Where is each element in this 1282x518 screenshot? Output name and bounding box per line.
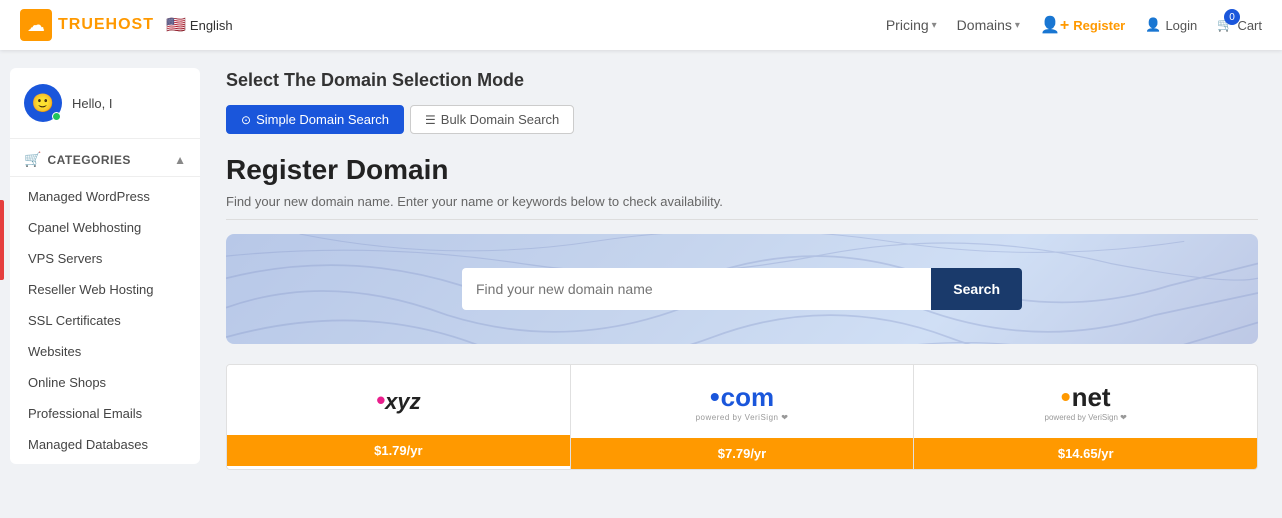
sidebar-item-websites[interactable]: Websites [10,336,200,367]
domain-cards: •xyz $1.79/yr • com powered by VeriSign … [226,364,1258,470]
sidebar-item-managed-wordpress[interactable]: Managed WordPress [10,181,200,212]
nav-domains[interactable]: Domains ▾ [957,17,1020,33]
domain-card-com[interactable]: • com powered by VeriSign ❤ $7.79/yr [571,365,915,469]
sidebar-item-cpanel[interactable]: Cpanel Webhosting [10,212,200,243]
tab-simple-label: Simple Domain Search [256,112,389,127]
simple-search-icon: ⊙ [241,113,251,127]
sidebar: 🙂 Hello, I 🛒 CATEGORIES ▲ Managed WordPr… [0,50,210,518]
categories-collapse-icon[interactable]: ▲ [174,153,186,167]
language-selector[interactable]: 🇺🇸 English [166,15,233,35]
login-button[interactable]: 👤 Login [1145,17,1197,33]
main-content: Select The Domain Selection Mode ⊙ Simpl… [210,50,1282,518]
register-icon: 👤+ [1040,15,1069,35]
domain-search-box: Search [226,234,1258,344]
red-accent-bar [0,200,4,280]
sidebar-item-professional-emails[interactable]: Professional Emails [10,398,200,429]
flag-icon: 🇺🇸 [166,15,186,35]
sidebar-item-online-shops[interactable]: Online Shops [10,367,200,398]
categories-label: CATEGORIES [47,153,130,167]
domain-card-com-top: • com powered by VeriSign ❤ [571,365,914,438]
logo-icon: ☁ [20,9,52,41]
mode-tabs: ⊙ Simple Domain Search ☰ Bulk Domain Sea… [226,105,1258,134]
register-button[interactable]: 👤+ Register [1040,15,1125,35]
sidebar-item-ssl[interactable]: SSL Certificates [10,305,200,336]
categories-title-row: 🛒 CATEGORIES [24,151,131,168]
domains-arrow-icon: ▾ [1015,20,1020,31]
domain-search-input[interactable] [462,268,931,310]
sidebar-item-vps[interactable]: VPS Servers [10,243,200,274]
domain-card-net[interactable]: • net powered by VeriSign ❤ $14.65/yr [914,365,1257,469]
register-domain-subtitle: Find your new domain name. Enter your na… [226,194,1258,220]
com-logo: • com powered by VeriSign ❤ [696,381,789,422]
categories-header: 🛒 CATEGORIES ▲ [10,139,200,177]
pricing-label: Pricing [886,17,929,33]
register-domain-title: Register Domain [226,154,1258,186]
domain-card-xyz-top: •xyz [227,365,570,435]
header: ☁ TRUEHOST 🇺🇸 English Pricing ▾ Domains … [0,0,1282,50]
search-button[interactable]: Search [931,268,1022,310]
header-left: ☁ TRUEHOST 🇺🇸 English [20,9,233,41]
language-label: English [190,18,233,33]
user-greeting: Hello, I [72,96,112,111]
sidebar-card: 🙂 Hello, I 🛒 CATEGORIES ▲ Managed WordPr… [10,68,200,464]
net-price: $14.65/yr [914,438,1257,469]
tab-simple-domain-search[interactable]: ⊙ Simple Domain Search [226,105,404,134]
avatar: 🙂 [24,84,62,122]
cart-label: Cart [1237,18,1262,33]
domain-card-xyz[interactable]: •xyz $1.79/yr [227,365,571,469]
net-logo: • net powered by VeriSign ❤ [1045,381,1127,422]
cart-badge: 0 [1224,9,1240,25]
tab-bulk-domain-search[interactable]: ☰ Bulk Domain Search [410,105,574,134]
header-right: Pricing ▾ Domains ▾ 👤+ Register 👤 Login … [886,15,1262,35]
section-title: Select The Domain Selection Mode [226,70,1258,91]
nav-pricing[interactable]: Pricing ▾ [886,17,937,33]
online-status-dot [52,112,61,121]
sidebar-menu: Managed WordPress Cpanel Webhosting VPS … [10,177,200,464]
xyz-price: $1.79/yr [227,435,570,466]
domains-label: Domains [957,17,1012,33]
logo-text: TRUEHOST [58,16,154,34]
categories-cart-icon: 🛒 [24,151,41,168]
cart-button[interactable]: 🛒 0 Cart [1217,17,1262,33]
register-label: Register [1073,18,1125,33]
sidebar-item-managed-databases[interactable]: Managed Databases [10,429,200,460]
logo-area[interactable]: ☁ TRUEHOST [20,9,154,41]
xyz-logo: •xyz [376,385,421,416]
domain-card-net-top: • net powered by VeriSign ❤ [914,365,1257,438]
sidebar-item-reseller[interactable]: Reseller Web Hosting [10,274,200,305]
sidebar-user: 🙂 Hello, I [10,68,200,139]
main-layout: 🙂 Hello, I 🛒 CATEGORIES ▲ Managed WordPr… [0,50,1282,518]
bulk-search-icon: ☰ [425,113,436,127]
search-box-inner: Search [462,268,1022,310]
pricing-arrow-icon: ▾ [932,20,937,31]
login-icon: 👤 [1145,17,1161,33]
tab-bulk-label: Bulk Domain Search [441,112,560,127]
com-price: $7.79/yr [571,438,914,469]
login-label: Login [1165,18,1197,33]
